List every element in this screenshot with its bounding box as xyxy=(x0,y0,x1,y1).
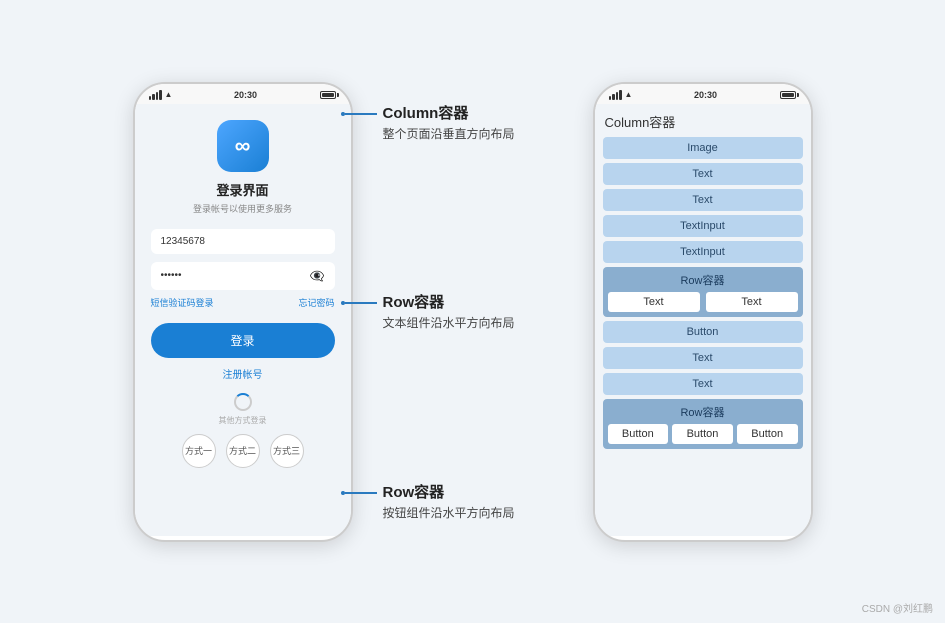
left-status-bar: ▲ 20:30 xyxy=(135,84,351,104)
bar3 xyxy=(156,92,159,100)
right-status-time: 20:30 xyxy=(694,90,717,100)
right-signal-area: ▲ xyxy=(609,90,633,100)
diagram-image-item: Image xyxy=(603,137,803,159)
eye-icon[interactable]: 👁‍🗨 xyxy=(310,269,325,283)
login-title: 登录界面 xyxy=(216,180,268,199)
wifi-icon: ▲ xyxy=(165,90,173,99)
login-button[interactable]: 登录 xyxy=(151,323,335,358)
annotation-row-bottom: Row容器 按钮组件沿水平方向布局 xyxy=(383,481,563,522)
signal-bars xyxy=(149,90,162,100)
right-signal-bars xyxy=(609,90,622,100)
annotation-row-bottom-desc: 按钮组件沿水平方向布局 xyxy=(383,504,563,522)
sms-forgot-row: 短信验证码登录 忘记密码 xyxy=(151,296,335,309)
loading-circle xyxy=(234,393,252,411)
diagram-row-text-1: Text xyxy=(608,292,700,312)
register-link[interactable]: 注册帐号 xyxy=(223,366,263,381)
diagram-column-title: Column容器 xyxy=(603,112,803,131)
watermark: CSDN @刘红鹏 xyxy=(862,600,933,615)
annotations-panel: Column容器 整个页面沿垂直方向布局 Row容器 文本组件沿水平方向布局 R… xyxy=(383,82,563,542)
right-status-bar: ▲ 20:30 xyxy=(595,84,811,104)
diagram-row-text-2: Text xyxy=(706,292,798,312)
method-buttons: 方式一 方式二 方式三 xyxy=(182,434,304,468)
annotation-column-title: Column容器 xyxy=(383,102,563,123)
method-btn-1[interactable]: 方式一 xyxy=(182,434,216,468)
annotation-row-mid: Row容器 文本组件沿水平方向布局 xyxy=(383,291,563,332)
right-wifi-icon: ▲ xyxy=(625,90,633,99)
diagram-text-item-4: Text xyxy=(603,373,803,395)
annotation-column: Column容器 整个页面沿垂直方向布局 xyxy=(383,102,563,143)
diagram-row-label-1: Row容器 xyxy=(608,272,798,288)
bar2 xyxy=(152,94,155,100)
diagram-text-item-1: Text xyxy=(603,163,803,185)
sms-link[interactable]: 短信验证码登录 xyxy=(151,296,214,309)
password-row: 👁‍🗨 xyxy=(151,262,335,290)
arrow-bottom xyxy=(341,491,377,495)
method-btn-3[interactable]: 方式三 xyxy=(270,434,304,468)
diagram-row-container-1: Row容器 Text Text xyxy=(603,267,803,317)
bar4 xyxy=(159,90,162,100)
diagram-textinput-item-2: TextInput xyxy=(603,241,803,263)
login-subtitle: 登录帐号以使用更多服务 xyxy=(193,202,292,215)
app-icon: ∞ xyxy=(217,120,269,172)
battery-area xyxy=(318,91,336,99)
password-input[interactable] xyxy=(161,270,310,281)
right-battery-icon xyxy=(780,91,796,99)
diagram-row-items-1: Text Text xyxy=(608,292,798,312)
diagram-textinput-item-1: TextInput xyxy=(603,215,803,237)
diagram-row-btn-1: Button xyxy=(608,424,669,444)
left-phone-content: ∞ 登录界面 登录帐号以使用更多服务 👁‍🗨 短信验证码登录 忘记密码 登录 注… xyxy=(135,104,351,536)
bar1 xyxy=(149,96,152,100)
diagram-row-label-2: Row容器 xyxy=(608,404,798,420)
annotation-row-mid-title: Row容器 xyxy=(383,291,563,312)
left-phone: ▲ 20:30 ∞ 登录界面 登录帐号以使用更多服务 👁‍🗨 短信验证码登录 xyxy=(133,82,353,542)
diagram-row-items-2: Button Button Button xyxy=(608,424,798,444)
diagram-row-btn-3: Button xyxy=(737,424,798,444)
diagram-row-container-2: Row容器 Button Button Button xyxy=(603,399,803,449)
forgot-link[interactable]: 忘记密码 xyxy=(298,296,334,309)
arrow-mid xyxy=(341,301,377,305)
method-btn-2[interactable]: 方式二 xyxy=(226,434,260,468)
diagram-row-btn-2: Button xyxy=(672,424,733,444)
diagram-button-item: Button xyxy=(603,321,803,343)
right-battery-area xyxy=(778,91,796,99)
status-time: 20:30 xyxy=(234,90,257,100)
other-methods-label: 其他方式登录 xyxy=(219,415,267,426)
phone-input[interactable] xyxy=(151,229,335,254)
diagram-text-item-2: Text xyxy=(603,189,803,211)
arrow-top xyxy=(341,112,377,116)
battery-icon xyxy=(320,91,336,99)
annotation-row-bottom-title: Row容器 xyxy=(383,481,563,502)
app-icon-letter: ∞ xyxy=(235,133,251,159)
annotation-row-mid-desc: 文本组件沿水平方向布局 xyxy=(383,314,563,332)
annotation-column-desc: 整个页面沿垂直方向布局 xyxy=(383,125,563,143)
diagram-text-item-3: Text xyxy=(603,347,803,369)
signal-area: ▲ xyxy=(149,90,173,100)
right-diagram-phone: ▲ 20:30 Column容器 Image Text Text TextInp… xyxy=(593,82,813,542)
diagram-content: Column容器 Image Text Text TextInput TextI… xyxy=(595,104,811,536)
